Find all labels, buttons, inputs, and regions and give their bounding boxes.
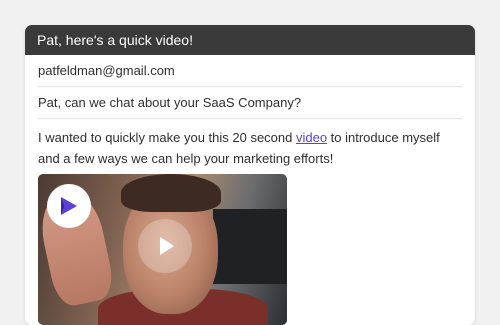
play-button[interactable] [138, 219, 192, 273]
play-icon [160, 237, 174, 255]
brand-logo-icon-shape [61, 197, 77, 215]
email-body: I wanted to quickly make you this 20 sec… [38, 127, 462, 169]
video-link[interactable]: video [296, 130, 327, 145]
brand-logo-icon [47, 184, 91, 228]
background-tv [213, 209, 287, 284]
email-card: Pat, here's a quick video! patfeldman@gm… [25, 25, 475, 325]
email-subject: Pat, can we chat about your SaaS Company… [38, 87, 462, 119]
body-text-start: I wanted to quickly make you this 20 sec… [38, 130, 296, 145]
video-thumbnail[interactable] [38, 174, 287, 325]
email-header: Pat, here's a quick video! [25, 25, 475, 55]
presenter-hair [121, 174, 221, 212]
recipient-email: patfeldman@gmail.com [38, 55, 462, 87]
